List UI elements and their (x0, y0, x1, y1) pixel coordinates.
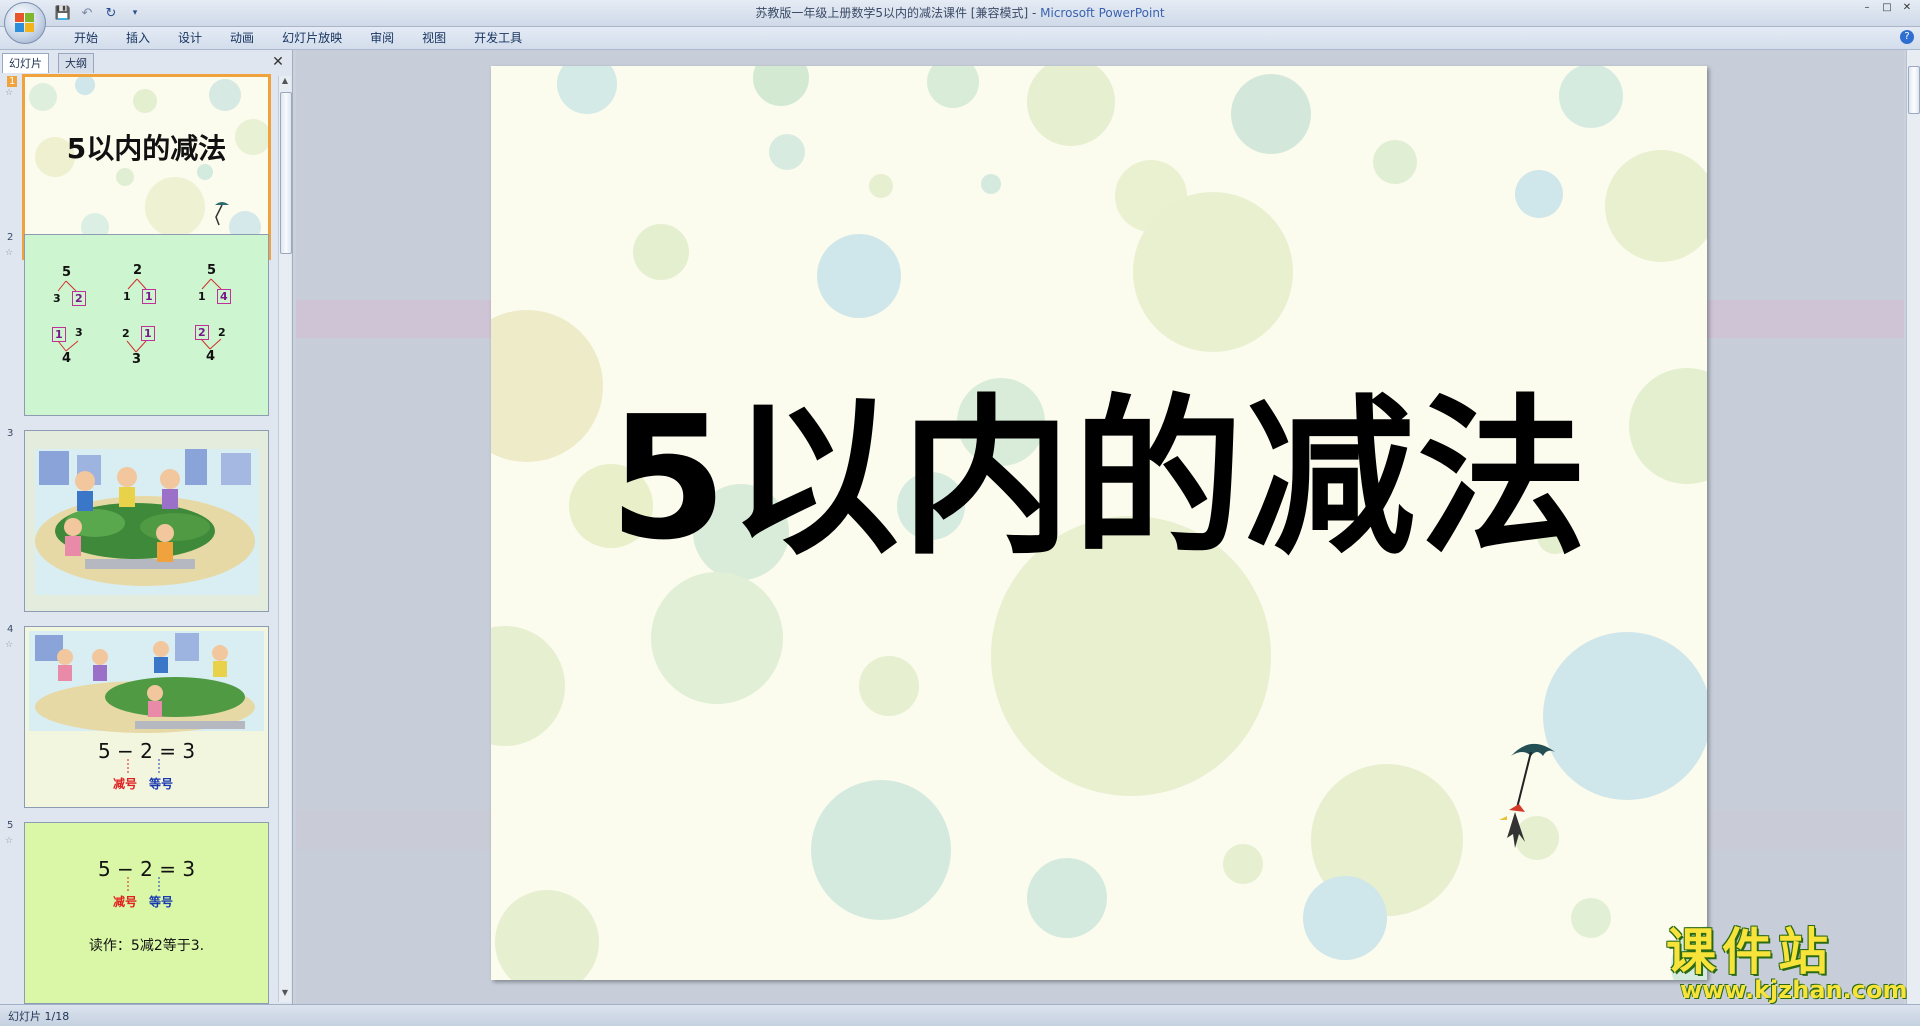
thumbnail-scrollbar[interactable]: ▲ ▼ (278, 76, 292, 1002)
slide-thumbnail-3[interactable] (24, 430, 269, 612)
transition-icon: ☆ (5, 248, 14, 258)
thumbnail-list: 1 ☆ 5以内的减法 2 ☆ 5 3 2 2 1 1 5 1 4 1 3 4 2… (0, 74, 276, 1004)
window-title: 苏教版一年级上册数学5以内的减法课件 [兼容模式] - Microsoft Po… (755, 6, 1165, 20)
tab-design[interactable]: 设计 (164, 30, 216, 47)
transition-icon: ☆ (5, 640, 14, 650)
slide-counter: 幻灯片 1/18 (8, 1010, 70, 1023)
tree-branches (57, 278, 222, 353)
umbrella-bird-icon (1499, 743, 1555, 848)
tab-view[interactable]: 视图 (408, 30, 460, 47)
tab-home[interactable]: 开始 (60, 30, 112, 47)
scroll-up-icon[interactable]: ▲ (279, 76, 291, 90)
label-lines (127, 759, 160, 775)
scrollbar-thumb[interactable] (280, 92, 292, 254)
slide-canvas[interactable]: 5以内的减法 (491, 66, 1707, 980)
document-name: 苏教版一年级上册数学5以内的减法课件 [兼容模式] (755, 6, 1029, 20)
slide-thumbnail-4[interactable]: 5 − 2 = 3 减号 等号 (24, 626, 269, 808)
title-bar: 💾 ↶ ↻ ▾ 苏教版一年级上册数学5以内的减法课件 [兼容模式] - Micr… (0, 0, 1920, 27)
maximize-icon[interactable]: □ (1878, 2, 1896, 14)
close-panel-icon[interactable]: ✕ (270, 54, 286, 70)
tab-slides[interactable]: 幻灯片 (2, 53, 49, 73)
slide-title[interactable]: 5以内的减法 (491, 384, 1707, 574)
office-button[interactable] (4, 2, 46, 44)
watermark-cn: 课件站 (1666, 923, 1834, 981)
thumb1-title: 5以内的减法 (66, 132, 227, 165)
label-lines (127, 877, 160, 893)
tab-outline[interactable]: 大纲 (58, 53, 94, 73)
minimize-icon[interactable]: – (1858, 2, 1876, 14)
office-logo-icon (15, 13, 35, 33)
slide-number: 3 (7, 428, 14, 439)
scroll-down-icon[interactable]: ▼ (279, 988, 291, 1002)
slide-number: 2 (7, 232, 14, 243)
panel-tabs: 幻灯片 大纲 ✕ (2, 53, 290, 73)
slide-thumbnail-2[interactable]: 5 3 2 2 1 1 5 1 4 1 3 4 2 1 3 2 2 4 (24, 234, 269, 416)
ribbon: 开始 插入 设计 动画 幻灯片放映 审阅 视图 开发工具 ? (0, 27, 1920, 50)
status-bar: 幻灯片 1/18 (0, 1004, 1920, 1026)
thumb1-dots (29, 77, 268, 243)
tab-animations[interactable]: 动画 (216, 30, 268, 47)
slide-editor: 5以内的减法 (296, 50, 1904, 1004)
scrollbar-thumb[interactable] (1908, 66, 1920, 114)
slide-thumbnail-5[interactable]: 5 − 2 = 3 减号 等号 读作：5减2等于3. (24, 822, 269, 1004)
tab-slide-show[interactable]: 幻灯片放映 (268, 30, 356, 47)
slide-thumbnail-1[interactable]: 5以内的减法 (22, 74, 271, 260)
editor-scrollbar[interactable] (1906, 50, 1920, 1004)
ribbon-tabs: 开始 插入 设计 动画 幻灯片放映 审阅 视图 开发工具 (60, 30, 536, 47)
application-name: Microsoft PowerPoint (1040, 6, 1165, 20)
tab-insert[interactable]: 插入 (112, 30, 164, 47)
transition-icon: ☆ (5, 836, 14, 846)
slide-number: 4 (7, 624, 14, 635)
watermark-url: www.kjzhan.com (1680, 976, 1908, 1004)
transition-icon: ☆ (5, 88, 14, 98)
kids-garden-illustration (35, 449, 259, 595)
tab-developer[interactable]: 开发工具 (460, 30, 536, 47)
tab-review[interactable]: 审阅 (356, 30, 408, 47)
window-controls: – □ ✕ (1858, 2, 1916, 14)
slide-number: 1 (7, 76, 18, 87)
close-icon[interactable]: ✕ (1898, 2, 1916, 14)
watermark-logo: 课件站 www.kjzhan.com (1666, 923, 1908, 1004)
slides-panel: 幻灯片 大纲 ✕ 1 ☆ 5以内的减法 2 ☆ 5 3 2 2 1 1 5 1 … (0, 50, 293, 1004)
slide-number: 5 (7, 820, 14, 831)
help-icon[interactable]: ? (1900, 30, 1914, 44)
